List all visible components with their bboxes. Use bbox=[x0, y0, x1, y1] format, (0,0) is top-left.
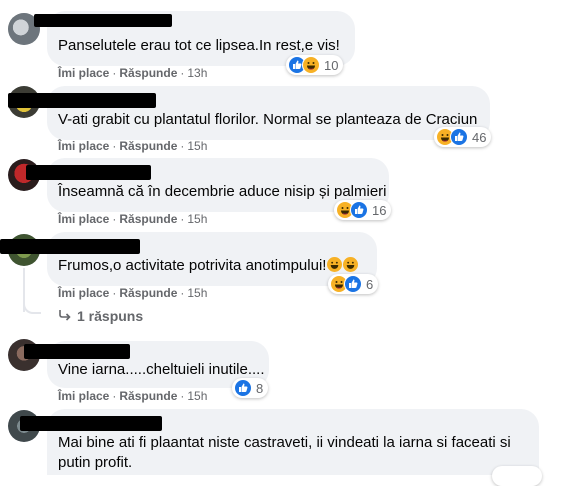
redacted-author-name bbox=[20, 416, 162, 431]
reaction-summary[interactable]: 10 bbox=[286, 55, 344, 75]
comment-text-content: Frumos,o activitate potrivita anotimpulu… bbox=[58, 257, 327, 274]
reply-link[interactable]: Răspunde bbox=[119, 389, 177, 403]
like-icon bbox=[450, 128, 468, 146]
like-link[interactable]: Îmi place bbox=[58, 389, 109, 403]
timestamp[interactable]: 15h bbox=[187, 389, 207, 403]
like-link[interactable]: Îmi place bbox=[58, 66, 109, 80]
reply-thread-curve bbox=[23, 298, 41, 314]
reaction-summary[interactable]: 8 bbox=[232, 378, 269, 398]
rofl-emoji-icon bbox=[343, 257, 359, 272]
redacted-author-name bbox=[8, 93, 156, 108]
reaction-count: 8 bbox=[256, 380, 264, 396]
reply-arrow-icon bbox=[58, 308, 72, 324]
comment-actions: Îmi place · Răspunde · 13h bbox=[58, 66, 208, 80]
reaction-count: 16 bbox=[372, 202, 387, 218]
redacted-author-name bbox=[34, 14, 172, 27]
comment-actions: Îmi place · Răspunde · 15h bbox=[58, 389, 208, 403]
comment-text: Frumos,o activitate potrivita anotimpulu… bbox=[58, 256, 359, 276]
comment-actions: Îmi place · Răspunde · 15h bbox=[58, 212, 208, 226]
comment-text-line-1: Mai bine ati fi plaantat niste castravet… bbox=[58, 434, 511, 451]
like-link[interactable]: Îmi place bbox=[58, 139, 109, 153]
reply-link[interactable]: Răspunde bbox=[119, 66, 177, 80]
like-icon bbox=[350, 201, 368, 219]
reaction-count: 10 bbox=[324, 57, 339, 73]
like-link[interactable]: Îmi place bbox=[58, 212, 109, 226]
like-link[interactable]: Îmi place bbox=[58, 286, 109, 300]
comment-text: Vine iarna.....cheltuieli inutile.... bbox=[58, 361, 265, 378]
timestamp[interactable]: 15h bbox=[187, 286, 207, 300]
reply-link[interactable]: Răspunde bbox=[119, 212, 177, 226]
reaction-count: 46 bbox=[472, 129, 487, 145]
reaction-summary[interactable]: 46 bbox=[434, 127, 492, 147]
like-icon bbox=[234, 379, 252, 397]
redacted-author-name bbox=[26, 165, 151, 180]
reaction-count: 6 bbox=[366, 276, 374, 292]
comment-text: V-ati grabit cu plantatul florilor. Norm… bbox=[58, 111, 478, 128]
timestamp[interactable]: 15h bbox=[187, 212, 207, 226]
like-icon bbox=[344, 275, 362, 293]
comment-actions: Îmi place · Răspunde · 15h bbox=[58, 286, 208, 300]
comment-text-line-2: putin profit. bbox=[58, 454, 133, 471]
rofl-emoji-icon bbox=[327, 257, 343, 272]
reaction-summary[interactable]: 16 bbox=[334, 200, 392, 220]
redacted-author-name bbox=[0, 239, 140, 254]
view-replies-link[interactable]: 1 răspuns bbox=[58, 308, 143, 324]
comment-text: Înseamnă că în decembrie aduce nisip și … bbox=[58, 183, 387, 200]
reply-count-label[interactable]: 1 răspuns bbox=[77, 308, 143, 324]
timestamp[interactable]: 13h bbox=[187, 66, 207, 80]
reply-link[interactable]: Răspunde bbox=[119, 139, 177, 153]
haha-icon bbox=[302, 56, 320, 74]
comment-actions: Îmi place · Răspunde · 15h bbox=[58, 139, 208, 153]
reaction-summary[interactable] bbox=[492, 466, 542, 486]
reaction-summary[interactable]: 6 bbox=[328, 274, 379, 294]
timestamp[interactable]: 15h bbox=[187, 139, 207, 153]
reply-link[interactable]: Răspunde bbox=[119, 286, 177, 300]
comment-text: Panselutele erau tot ce lipsea.In rest,e… bbox=[58, 37, 340, 54]
redacted-author-name bbox=[24, 344, 130, 359]
